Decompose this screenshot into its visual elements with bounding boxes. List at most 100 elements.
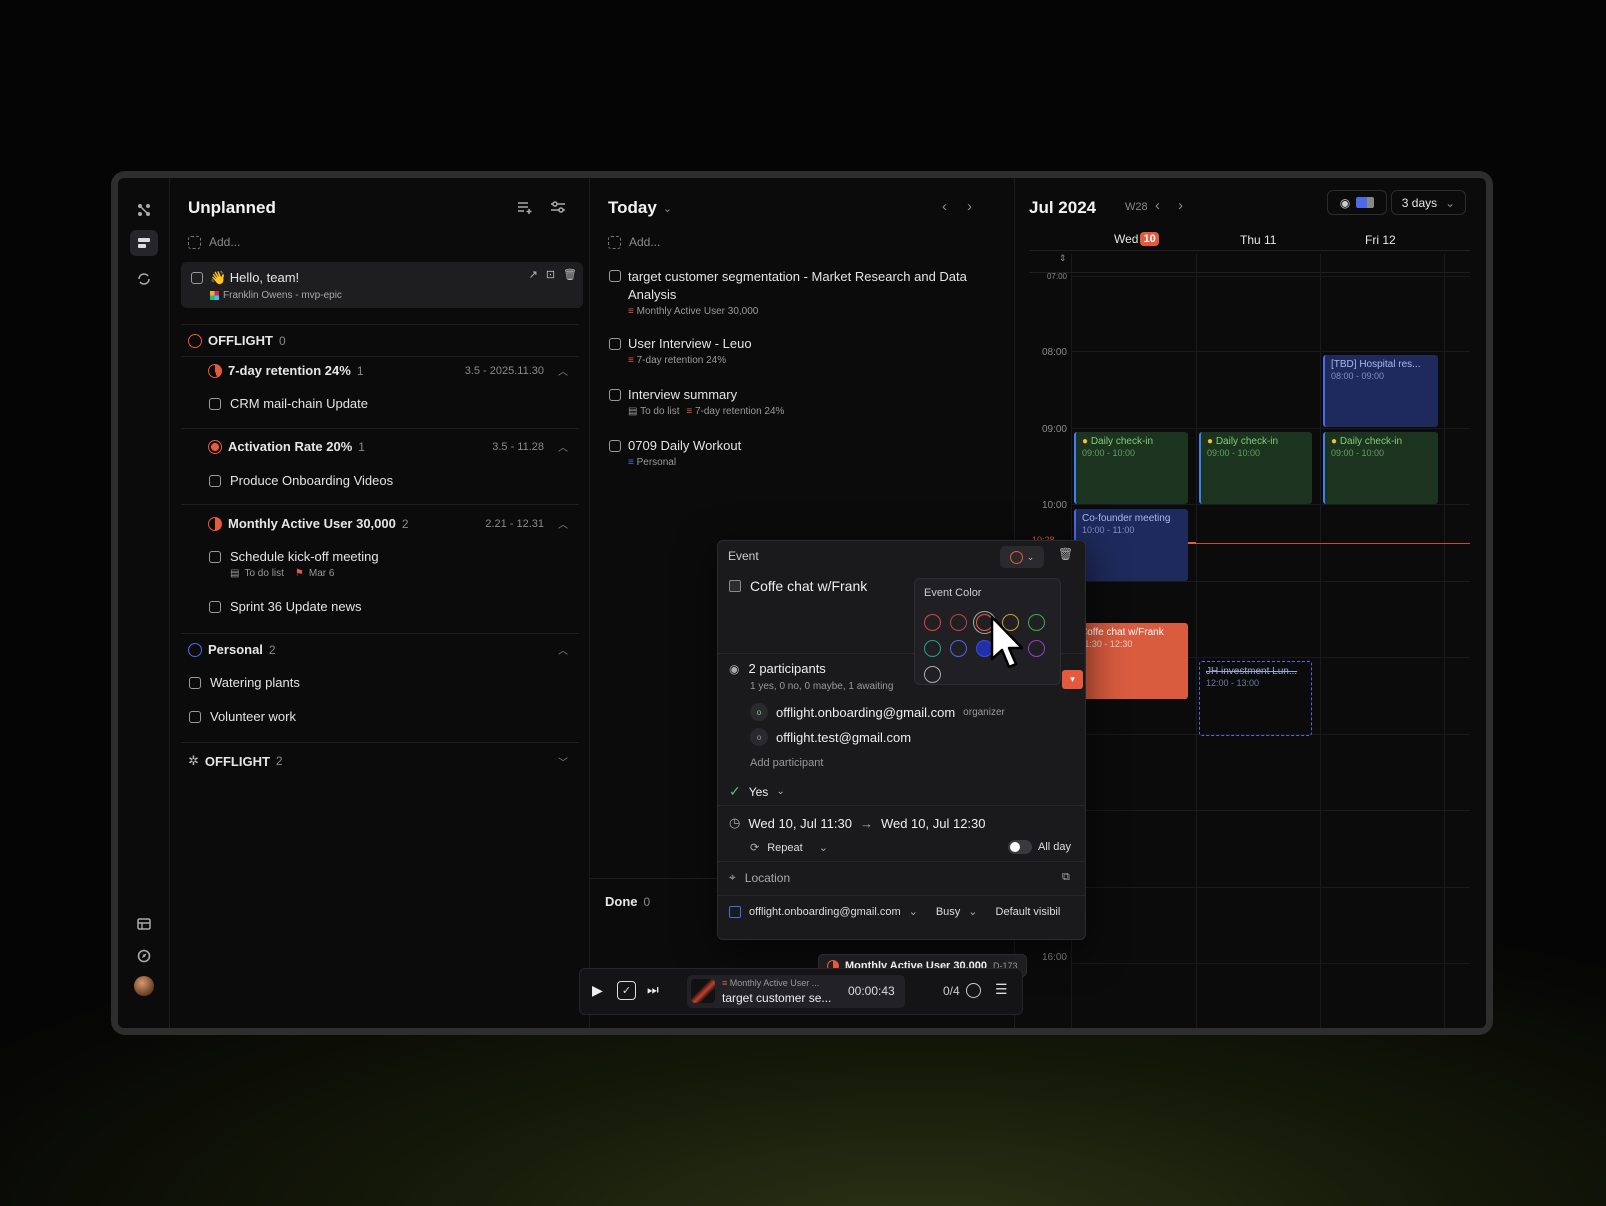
trash-icon[interactable]: 🗑 [1058,547,1073,561]
goal-row[interactable]: 7-day retention 24% 1 3.5 - 2025.11.30 ︿ [208,363,568,378]
day-header-thu[interactable]: Thu 11 [1240,233,1276,247]
task-row[interactable]: CRM mail-chain Update [209,396,368,411]
datetime-row[interactable]: ◷ Wed 10, Jul 11:30 → Wed 10, Jul 12:30 [729,815,986,831]
day-header-wed[interactable]: Wed 10 [1114,232,1159,246]
task-row[interactable]: Produce Onboarding Videos [209,473,393,488]
color-swatch-purple[interactable] [1028,640,1045,657]
toggle-switch[interactable] [1008,840,1032,854]
add-task[interactable]: Add... [608,235,660,249]
color-swatch-teal[interactable] [924,640,941,657]
task-checkbox[interactable] [209,600,221,613]
task-checkbox[interactable] [189,676,201,689]
event-checkbox[interactable] [729,580,741,592]
trash-icon[interactable]: 🗑 [563,268,577,281]
prev-day-icon[interactable]: ‹ [942,198,947,215]
filter-icon[interactable] [550,200,566,219]
group-offlight[interactable]: OFFLIGHT 0 [188,333,286,348]
task-checkbox[interactable] [189,710,201,723]
color-swatch-crimson[interactable] [950,614,967,631]
chevron-up-icon[interactable]: ︿ [558,516,568,531]
task-row[interactable]: Volunteer work [189,709,296,724]
event-time: 09:00 - 10:00 [1082,448,1136,458]
color-swatch-green[interactable] [1028,614,1045,631]
done-section[interactable]: Done 0 [605,894,650,909]
view-select[interactable]: 3 days ⌄ [1391,190,1466,215]
goal-row[interactable]: Monthly Active User 30,000 2 2.21 - 12.3… [208,516,568,531]
rsvp-select[interactable]: ✓ Yes ⌄ [729,783,785,800]
calendar-options-row[interactable]: offlight.onboarding@gmail.com ⌄ Busy ⌄ D… [729,905,1060,918]
complete-task-icon[interactable]: ✓ [617,981,636,1000]
chevron-down-icon[interactable]: ﹀ [558,754,568,769]
chevron-up-icon[interactable]: ︿ [558,363,568,378]
participant-row[interactable]: o offlight.test@gmail.com [750,728,911,746]
participants-row[interactable]: ◉ 2 participants [729,661,826,676]
today-task[interactable]: target customer segmentation - Market Re… [609,268,999,317]
video-call-icon[interactable]: ⧉ [1062,871,1070,884]
all-day-toggle[interactable]: All day [1008,840,1071,854]
add-task[interactable]: Add... [188,235,240,249]
next-day-icon[interactable]: › [967,198,972,215]
hour-label: 08:00 [1041,347,1067,358]
group-offlight-2[interactable]: ✲ OFFLIGHT 2 ﹀ [188,753,568,769]
calendar-table-icon[interactable] [130,911,158,937]
task-title: target customer segmentation - Market Re… [628,269,967,302]
open-icon[interactable]: ↗ [529,268,538,281]
play-icon[interactable]: ▶ [592,982,603,999]
current-task-card[interactable]: ≡ Monthly Active User ... target custome… [687,975,905,1008]
task-checkbox[interactable] [209,474,221,487]
today-task[interactable]: User Interview - Leuo ≡ 7-day retention … [609,336,999,366]
explore-icon[interactable] [130,943,158,969]
sync-icon[interactable] [130,266,158,292]
group-personal[interactable]: Personal 2 ︿ [188,642,568,657]
next-week-icon[interactable]: › [1178,197,1183,214]
avatar[interactable] [134,976,154,996]
event-daily-checkin[interactable]: ● Daily check-in 09:00 - 10:00 [1323,432,1438,504]
task-checkbox[interactable] [609,389,621,401]
task-checkbox[interactable] [209,550,221,563]
task-row[interactable]: Sprint 36 Update news [209,599,362,614]
location-field[interactable]: ⌖ Location [729,870,790,885]
event-title-field[interactable]: Coffe chat w/Frank [729,578,867,594]
task-checkbox[interactable] [609,338,621,350]
event-coffee-chat[interactable]: Coffe chat w/Frank 11:30 - 12:30 [1074,623,1188,699]
prev-week-icon[interactable]: ‹ [1155,197,1160,214]
task-checkbox[interactable] [191,272,203,284]
event-jh-investment[interactable]: JH investment Lun... 12:00 - 13:00 [1199,661,1312,736]
add-participant-button[interactable]: Add participant [750,757,823,769]
visibility-select[interactable]: Default visibil [996,906,1061,918]
hello-card[interactable]: 👋 Hello, team! Franklin Owens - mvp-epic… [181,262,583,308]
skip-icon[interactable]: ⏭ [647,982,659,998]
task-checkbox[interactable] [609,440,621,452]
event-daily-checkin[interactable]: ● Daily check-in 09:00 - 10:00 [1199,432,1312,504]
event-color-button[interactable]: ⌄ [1000,546,1044,568]
chevron-up-icon[interactable]: ︿ [558,439,568,454]
collapse-allday-icon[interactable]: ⇕ [1059,253,1067,264]
participant-row[interactable]: o offlight.onboarding@gmail.com organize… [750,703,1005,721]
day-header-fri[interactable]: Fri 12 [1365,233,1396,247]
archive-icon[interactable]: ⊡ [546,268,555,281]
apps-icon[interactable] [130,197,158,223]
color-swatch-blue[interactable] [950,640,967,657]
task-row[interactable]: Schedule kick-off meeting [209,549,379,564]
calendar-account[interactable]: offlight.onboarding@gmail.com [749,906,901,918]
task-row[interactable]: Watering plants [189,675,300,690]
task-checkbox[interactable] [209,397,221,410]
repeat-select[interactable]: ⟳ Repeat ⌄ [750,841,828,855]
event-hospital[interactable]: [TBD] Hospital res... 08:00 - 09:00 [1323,355,1438,427]
color-swatch-gray[interactable] [924,666,941,683]
task-checkbox[interactable] [609,270,621,282]
event-cofounder-meeting[interactable]: Co-founder meeting 10:00 - 11:00 [1074,509,1188,581]
chevron-up-icon[interactable]: ︿ [558,642,568,657]
dropdown-arrow-icon[interactable]: ▾ [1062,670,1083,689]
add-list-icon[interactable] [517,200,533,219]
today-dropdown[interactable]: Today ⌄ [608,198,672,218]
goal-row[interactable]: Activation Rate 20% 1 3.5 - 11.28 ︿ [208,439,568,454]
menu-list-icon[interactable]: ☰ [995,981,1008,998]
color-swatch-red[interactable] [924,614,941,631]
board-icon[interactable] [130,230,158,256]
busy-select[interactable]: Busy [936,906,960,918]
visibility-toggle[interactable]: ◉ [1327,190,1387,215]
event-daily-checkin[interactable]: ● Daily check-in 09:00 - 10:00 [1074,432,1188,504]
today-task[interactable]: 0709 Daily Workout ≡ Personal [609,438,999,468]
today-task[interactable]: Interview summary ▤ To do list ≡ 7-day r… [609,387,999,417]
